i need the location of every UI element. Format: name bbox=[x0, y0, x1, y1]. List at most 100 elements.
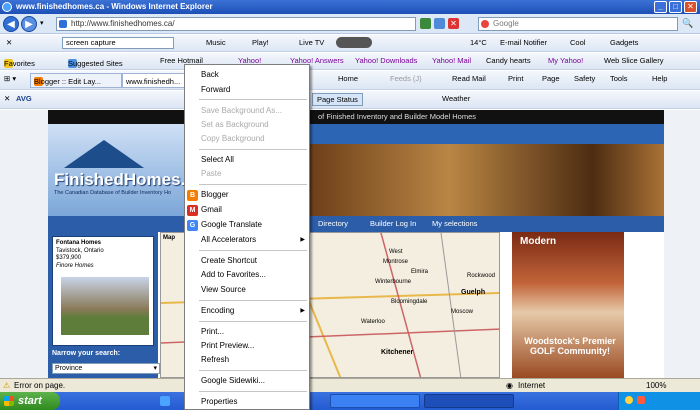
chevron-down-icon: ▾ bbox=[153, 365, 157, 372]
menu-item-print[interactable]: Print... bbox=[201, 327, 224, 336]
taskbar-window-button[interactable] bbox=[424, 394, 514, 408]
submenu-arrow-icon: ▶ bbox=[300, 237, 305, 243]
ad-banner[interactable]: Modern Woodstock's Premier GOLF Communit… bbox=[512, 232, 624, 378]
refresh-icon[interactable] bbox=[420, 18, 431, 29]
page-favicon-icon bbox=[59, 20, 67, 28]
menu-item-view-source[interactable]: View Source bbox=[201, 285, 246, 294]
taskbar-ie-icon[interactable] bbox=[160, 396, 170, 406]
toolbar-item-music[interactable]: Music bbox=[206, 38, 226, 47]
menu-item-google-translate[interactable]: Google Translate bbox=[201, 220, 262, 229]
weather-button[interactable]: Weather bbox=[442, 94, 470, 103]
stop-icon[interactable]: ✕ bbox=[448, 18, 459, 29]
taskbar-window-button[interactable] bbox=[330, 394, 420, 408]
back-button[interactable]: ◀ bbox=[3, 16, 19, 32]
menu-item-gmail[interactable]: Gmail bbox=[201, 205, 222, 214]
fav-web-slice-gallery[interactable]: Web Slice Gallery bbox=[604, 56, 663, 65]
nav-my-selections[interactable]: My selections bbox=[432, 219, 477, 228]
zoom-level[interactable]: 100% bbox=[646, 381, 666, 390]
toolbar-item-gadgets[interactable]: Gadgets bbox=[610, 38, 638, 47]
menu-item-all-accelerators[interactable]: All Accelerators bbox=[201, 235, 256, 244]
system-tray bbox=[618, 392, 700, 410]
toolbar-close-icon[interactable]: ✕ bbox=[4, 94, 10, 103]
status-bar: ⚠ Error on page. ◉ Internet 100% bbox=[0, 378, 700, 392]
menu-item-paste: Paste bbox=[201, 169, 222, 178]
map-place: Moscow bbox=[451, 309, 474, 315]
fav-my-yahoo[interactable]: My Yahoo! bbox=[548, 56, 583, 65]
narrow-search-label: Narrow your search: bbox=[52, 350, 121, 357]
feature-brand: Finore Homes bbox=[56, 262, 94, 269]
start-button[interactable]: start bbox=[0, 392, 60, 410]
tray-icon[interactable] bbox=[637, 396, 645, 404]
status-text[interactable]: Error on page. bbox=[14, 381, 65, 390]
menu-item-forward[interactable]: Forward bbox=[201, 85, 230, 94]
addon-toolbar: ✕ screen capture Music Play! Live TV 14°… bbox=[0, 35, 700, 52]
cmd-tools[interactable]: Tools bbox=[610, 74, 628, 83]
nav-builder-login[interactable]: Builder Log In bbox=[370, 219, 416, 228]
cmd-feeds[interactable]: Feeds (J) bbox=[390, 74, 422, 83]
submenu-arrow-icon: ▶ bbox=[300, 308, 305, 314]
fav-yahoo-mail[interactable]: Yahoo! Mail bbox=[432, 56, 471, 65]
cmd-page[interactable]: Page bbox=[542, 74, 560, 83]
cmd-help[interactable]: Help bbox=[652, 74, 667, 83]
forward-button[interactable]: ▶ bbox=[21, 16, 37, 32]
toolbar-search-input[interactable]: screen capture bbox=[62, 37, 174, 49]
toolbar-item-email-notifier[interactable]: E-mail Notifier bbox=[500, 38, 547, 47]
province-select[interactable]: Province ▾ bbox=[52, 363, 160, 374]
menu-item-properties[interactable]: Properties bbox=[201, 397, 237, 406]
toolbar-item-play[interactable]: Play! bbox=[252, 38, 269, 47]
maximize-button[interactable]: □ bbox=[669, 1, 682, 13]
map-place: Kitchener bbox=[381, 349, 414, 356]
menu-item-print-preview[interactable]: Print Preview... bbox=[201, 341, 254, 350]
menu-item-select-all[interactable]: Select All bbox=[201, 155, 234, 164]
search-input[interactable]: Google bbox=[478, 17, 678, 31]
cmd-safety[interactable]: Safety bbox=[574, 74, 595, 83]
nav-dropdown-icon[interactable]: ▾ bbox=[40, 19, 44, 27]
toolbar-item-cool[interactable]: Cool bbox=[570, 38, 585, 47]
page-viewport: of Finished Inventory and Builder Model … bbox=[0, 110, 700, 378]
globe-icon: ◉ bbox=[506, 381, 513, 390]
fav-label: Suggested Sites bbox=[68, 59, 123, 68]
address-input[interactable]: http://www.finishedhomes.ca/ bbox=[56, 17, 416, 31]
minimize-button[interactable]: _ bbox=[654, 1, 667, 13]
compat-view-icon[interactable] bbox=[434, 18, 445, 29]
map-place: Winterbourne bbox=[375, 279, 412, 285]
toolbar-item-livetv[interactable]: Live TV bbox=[299, 38, 324, 47]
page-status-button[interactable]: Page Status bbox=[312, 93, 363, 106]
cmd-home[interactable]: Home bbox=[338, 74, 358, 83]
left-column: Fontana Homes Tavistock, Ontario $379,90… bbox=[48, 232, 160, 378]
fav-candy-hearts[interactable]: Candy hearts bbox=[486, 56, 531, 65]
quick-tabs-icon[interactable]: ⊞ ▾ bbox=[4, 74, 16, 83]
nav-directory[interactable]: Directory bbox=[318, 219, 348, 228]
toolbar-close-icon[interactable]: ✕ bbox=[6, 38, 12, 47]
cmd-read-mail[interactable]: Read Mail bbox=[452, 74, 486, 83]
close-button[interactable]: ✕ bbox=[684, 1, 697, 13]
menu-item-create-shortcut[interactable]: Create Shortcut bbox=[201, 256, 257, 265]
map-place: Elmira bbox=[411, 269, 429, 275]
cmd-print[interactable]: Print bbox=[508, 74, 523, 83]
menu-divider bbox=[199, 391, 307, 392]
header-banner-image bbox=[306, 144, 664, 216]
tab-command-bar: ⊞ ▾ Blogger :: Edit Lay... www.finishedh… bbox=[0, 71, 700, 90]
tray-icon[interactable] bbox=[625, 396, 633, 404]
map-place: Rockwood bbox=[467, 273, 496, 279]
favorites-bar: Favorites Suggested Sites Free Hotmail Y… bbox=[0, 53, 700, 70]
menu-item-google-sidewiki[interactable]: Google Sidewiki... bbox=[201, 376, 265, 385]
tab-finishedhomes[interactable]: www.finishedh... bbox=[122, 73, 192, 88]
menu-item-encoding[interactable]: Encoding bbox=[201, 306, 234, 315]
menu-item-set-background: Set as Background bbox=[201, 120, 269, 129]
toolbar-item-weather[interactable]: 14°C bbox=[470, 38, 487, 47]
site-logo[interactable]: FinishedHomes.c bbox=[54, 170, 195, 190]
featured-home-photo[interactable] bbox=[61, 277, 149, 335]
menu-item-add-favorites[interactable]: Add to Favorites... bbox=[201, 270, 266, 279]
tab-blogger[interactable]: Blogger :: Edit Lay... bbox=[30, 73, 122, 88]
featured-home-card[interactable]: Fontana Homes Tavistock, Ontario $379,90… bbox=[52, 236, 154, 346]
menu-item-back[interactable]: Back bbox=[201, 70, 219, 79]
warning-icon[interactable]: ⚠ bbox=[3, 381, 10, 390]
menu-item-refresh[interactable]: Refresh bbox=[201, 355, 229, 364]
menu-item-blogger[interactable]: Blogger bbox=[201, 190, 229, 199]
search-go-icon[interactable]: 🔍 bbox=[682, 18, 693, 29]
house-roof-icon bbox=[64, 140, 144, 168]
favorites-label: Favorites bbox=[4, 59, 35, 68]
media-player-icon[interactable] bbox=[336, 37, 372, 48]
fav-yahoo-downloads[interactable]: Yahoo! Downloads bbox=[355, 56, 417, 65]
